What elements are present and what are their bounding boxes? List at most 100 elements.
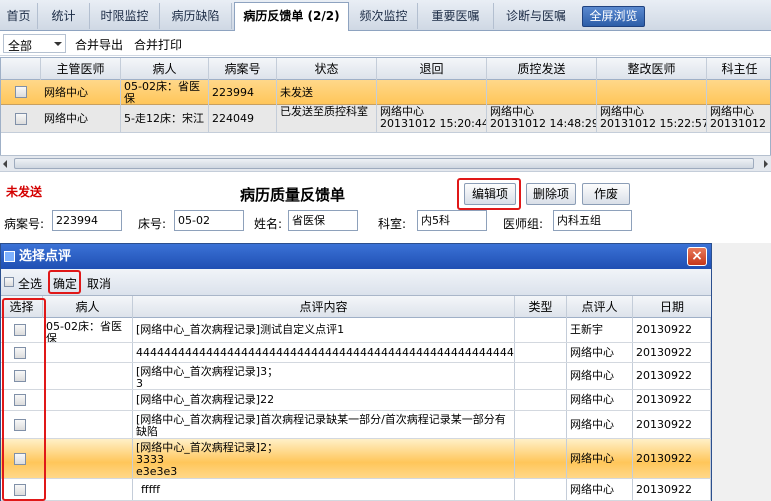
dialog-titlebar[interactable]: 选择点评 × <box>1 244 711 269</box>
header-content[interactable]: 点评内容 <box>133 296 515 318</box>
cell-type <box>515 479 567 500</box>
tab-statistics[interactable]: 统计 <box>38 3 90 29</box>
header-case-no[interactable]: 病案号 <box>209 58 277 80</box>
void-button[interactable]: 作废 <box>582 183 630 205</box>
cell-patient <box>43 343 133 362</box>
table-row[interactable]: [网络中心_首次病程记录]2； 3333 e3e3e3 网络中心 2013092… <box>1 439 711 479</box>
header-doctor[interactable]: 主管医师 <box>41 58 121 80</box>
cell-type <box>515 363 567 389</box>
tab-diagnosis-orders[interactable]: 诊断与医嘱 <box>494 3 578 29</box>
cancel-button[interactable]: 取消 <box>87 275 111 292</box>
cell-fix-doctor: 网络中心 20131012 15:22:57 <box>597 105 707 133</box>
table-row[interactable]: 4444444444444444444444444444444444444444… <box>1 343 711 363</box>
table-row[interactable]: 05-02床：省医保 [网络中心_首次病程记录]测试自定义点评1 王新宇 201… <box>1 318 711 343</box>
header-returned[interactable]: 退回 <box>377 58 487 80</box>
table-row[interactable]: [网络中心_首次病程记录]22 网络中心 20130922 <box>1 390 711 411</box>
row-checkbox[interactable] <box>15 86 27 98</box>
review-grid: 选择 病人 点评内容 类型 点评人 日期 05-02床：省医保 [网络中心_首次… <box>1 296 711 501</box>
cell-reviewer: 王新宇 <box>567 318 633 342</box>
header-patient[interactable]: 病人 <box>43 296 133 318</box>
bed-label: 床号: <box>138 217 167 231</box>
cell-reviewer: 网络中心 <box>567 363 633 389</box>
edit-item-button[interactable]: 编辑项 <box>464 183 516 205</box>
cell-patient <box>43 439 133 478</box>
cell-type <box>515 439 567 478</box>
header-director[interactable]: 科主任 <box>707 58 770 80</box>
cell-date: 20130922 <box>633 390 711 410</box>
cell-status: 已发送至质控科室 <box>277 105 377 133</box>
table-row[interactable]: 网络中心 5-走12床：宋江 224049 已发送至质控科室 网络中心 2013… <box>1 105 770 133</box>
cell-returned: 网络中心 20131012 15:20:44 <box>377 105 487 133</box>
select-review-dialog: 选择点评 × 全选 确定 取消 选择 病人 点评内容 类型 点评人 日期 05-… <box>0 243 712 501</box>
cell-content: fffff <box>133 479 515 500</box>
cell-case-no: 224049 <box>209 105 277 133</box>
horizontal-scrollbar[interactable] <box>0 155 771 171</box>
feedback-list-grid: 主管医师 病人 病案号 状态 退回 质控发送 整改医师 科主任 网络中心 05-… <box>0 57 771 156</box>
table-row[interactable]: [网络中心_首次病程记录]3； 3 网络中心 20130922 <box>1 363 711 390</box>
scroll-left-icon[interactable] <box>3 160 7 168</box>
table-row[interactable]: 网络中心 05-02床：省医保 223994 未发送 <box>1 80 770 105</box>
delete-item-button[interactable]: 删除项 <box>526 183 576 205</box>
cell-content: [网络中心_首次病程记录]测试自定义点评1 <box>133 318 515 342</box>
header-reviewer[interactable]: 点评人 <box>567 296 633 318</box>
cell-type <box>515 411 567 438</box>
tab-record-feedback[interactable]: 病历反馈单 (2/2) <box>234 2 349 31</box>
table-row[interactable]: [网络中心_首次病程记录]首次病程记录缺某一部分/首次病程记录某一部分有缺陷 网… <box>1 411 711 439</box>
tab-important-orders[interactable]: 重要医嘱 <box>418 3 494 29</box>
cell-type <box>515 390 567 410</box>
cell-content: [网络中心_首次病程记录]首次病程记录缺某一部分/首次病程记录某一部分有缺陷 <box>133 411 515 438</box>
tab-record-defects[interactable]: 病历缺陷 <box>160 3 232 29</box>
scroll-right-icon[interactable] <box>764 160 768 168</box>
select-all-label[interactable]: 全选 <box>18 275 42 292</box>
cell-case-no: 223994 <box>209 80 277 105</box>
bed-field[interactable]: 05-02 <box>174 210 244 231</box>
select-all-checkbox[interactable] <box>4 277 14 287</box>
header-patient[interactable]: 病人 <box>121 58 209 80</box>
header-qc-sent[interactable]: 质控发送 <box>487 58 597 80</box>
tab-time-monitor[interactable]: 时限监控 <box>90 3 160 29</box>
merge-print-button[interactable]: 合并打印 <box>134 36 182 53</box>
background-area <box>712 243 771 501</box>
cell-patient: 05-02床：省医保 <box>43 318 133 342</box>
header-fix-doctor[interactable]: 整改医师 <box>597 58 707 80</box>
filter-select[interactable]: 全部 <box>3 34 66 53</box>
header-status[interactable]: 状态 <box>277 58 377 80</box>
header-date[interactable]: 日期 <box>633 296 711 318</box>
case-no-field[interactable]: 223994 <box>52 210 122 231</box>
dialog-title: 选择点评 <box>19 249 72 264</box>
merge-export-button[interactable]: 合并导出 <box>75 36 123 53</box>
cell-reviewer: 网络中心 <box>567 479 633 500</box>
form-title: 病历质量反馈单 <box>240 186 346 204</box>
dept-label: 科室: <box>378 217 407 231</box>
close-icon[interactable]: × <box>687 247 707 266</box>
cell-director: 网络中心 20131012 1 <box>707 105 770 133</box>
fullscreen-button[interactable]: 全屏浏览 <box>582 6 645 27</box>
cell-patient <box>43 411 133 438</box>
cell-content: [网络中心_首次病程记录]3； 3 <box>133 363 515 389</box>
name-field[interactable]: 省医保 <box>288 210 358 231</box>
scrollbar-thumb[interactable] <box>14 158 754 169</box>
dept-field[interactable]: 内5科 <box>417 210 487 231</box>
cell-patient <box>43 479 133 500</box>
row-checkbox[interactable] <box>15 113 27 125</box>
cell-patient <box>43 390 133 410</box>
grid-header: 主管医师 病人 病案号 状态 退回 质控发送 整改医师 科主任 <box>1 58 770 80</box>
chevron-down-icon <box>54 42 62 46</box>
cell-reviewer: 网络中心 <box>567 411 633 438</box>
cell-status: 未发送 <box>277 80 377 105</box>
cell-reviewer: 网络中心 <box>567 439 633 478</box>
cell-director <box>707 80 770 105</box>
tab-home[interactable]: 首页 <box>0 3 38 29</box>
header-select <box>1 58 41 80</box>
cell-returned <box>377 80 487 105</box>
confirm-button[interactable]: 确定 <box>53 275 77 292</box>
feedback-form: 未发送 病历质量反馈单 编辑项 删除项 作废 病案号: 223994 床号: 0… <box>0 171 771 243</box>
table-row[interactable]: fffff 网络中心 20130922 <box>1 479 711 501</box>
header-type[interactable]: 类型 <box>515 296 567 318</box>
group-label: 医师组: <box>503 217 544 231</box>
main-tab-bar: 首页 统计 时限监控 病历缺陷 病历反馈单 (2/2) 频次监控 重要医嘱 诊断… <box>0 0 771 31</box>
cell-type <box>515 343 567 362</box>
group-field[interactable]: 内科五组 <box>553 210 632 231</box>
tab-frequency-monitor[interactable]: 频次监控 <box>350 3 418 29</box>
cell-patient <box>43 363 133 389</box>
